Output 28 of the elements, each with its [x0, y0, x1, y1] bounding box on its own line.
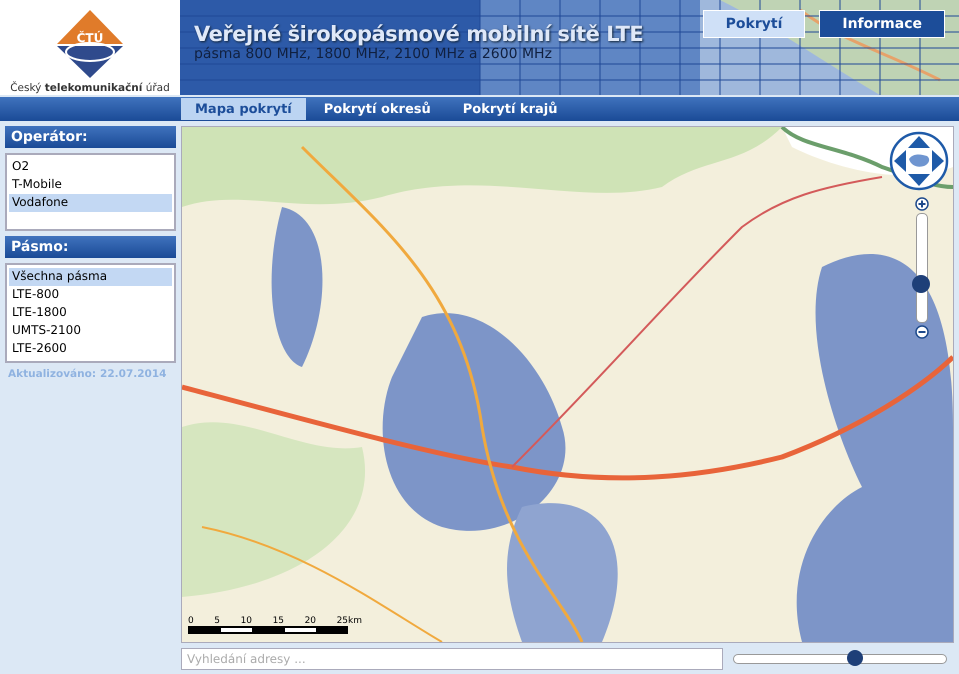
updated-label: Aktualizováno: [8, 368, 96, 380]
list-item[interactable]: O2 [9, 158, 172, 176]
list-item[interactable]: T-Mobile [9, 176, 172, 194]
nav-tab[interactable]: Mapa pokrytí [181, 98, 306, 120]
list-item[interactable]: Vodafone [9, 194, 172, 212]
list-item[interactable]: Všechna pásma [9, 268, 172, 286]
header-button[interactable]: Informace [819, 10, 945, 38]
nav-tab[interactable]: Pokrytí okresů [310, 98, 445, 120]
scale-label: 5 [214, 616, 220, 626]
scale-label: 0 [188, 616, 194, 626]
logo-caption: Český telekomunikační úřad [10, 82, 170, 94]
panel-title: Pásmo: [5, 236, 176, 258]
scale-label: 10 [240, 616, 252, 626]
panel-title: Operátor: [5, 126, 176, 148]
updated-date: 22.07.2014 [100, 368, 166, 380]
scale-label: 25km [336, 616, 362, 626]
header-button[interactable]: Pokrytí [702, 10, 806, 38]
list-item[interactable]: LTE-1800 [9, 304, 172, 322]
list-item[interactable]: UMTS-2100 [9, 322, 172, 340]
address-search-field[interactable]: Vyhledání adresy ... [181, 648, 723, 670]
list-item[interactable]: LTE-800 [9, 286, 172, 304]
banner-subtitle: pásma 800 MHz, 1800 MHz, 2100 MHz a 2600 MHz [194, 46, 553, 62]
logo-mark-text: ČTÚ [76, 31, 104, 45]
banner-title: Veřejné širokopásmové mobilní sítě LTE [194, 22, 644, 46]
scale-label: 20 [304, 616, 316, 626]
scale-label: 15 [272, 616, 284, 626]
list-item[interactable]: LTE-2600 [9, 340, 172, 358]
nav-tab[interactable]: Pokrytí krajů [448, 98, 572, 120]
